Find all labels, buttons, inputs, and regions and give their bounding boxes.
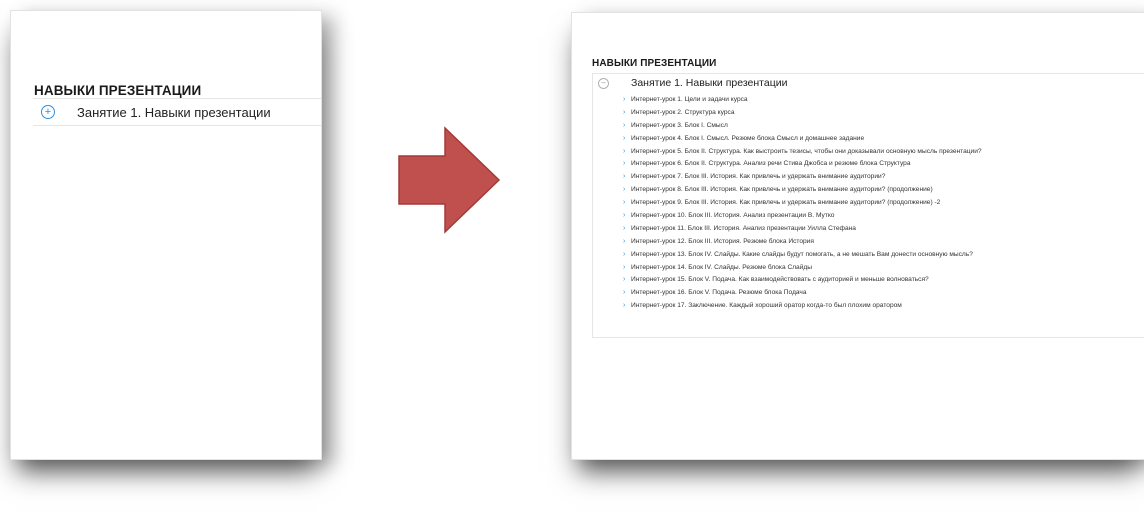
lesson-item[interactable]: › Интернет-урок 16. Блок V. Подача. Резюм… bbox=[623, 287, 982, 300]
chevron-right-icon: › bbox=[623, 108, 626, 116]
section-title: НАВЫКИ ПРЕЗЕНТАЦИИ bbox=[34, 83, 202, 98]
lesson-item[interactable]: › Интернет-урок 4. Блок I. Смысл. Резюме … bbox=[623, 133, 982, 146]
lesson-item[interactable]: › Интернет-урок 8. Блок III. История. Как… bbox=[623, 184, 982, 197]
lesson-row-collapsed[interactable]: + Занятие 1. Навыки презентации bbox=[33, 98, 321, 126]
plus-circle-icon[interactable]: + bbox=[41, 105, 55, 119]
lesson-item[interactable]: › Интернет-урок 1. Цели и задачи курса bbox=[623, 94, 982, 107]
chevron-right-icon: › bbox=[623, 186, 626, 194]
chevron-right-icon: › bbox=[623, 224, 626, 232]
right-arrow-icon bbox=[398, 126, 501, 234]
expanded-course-screenshot: НАВЫКИ ПРЕЗЕНТАЦИИ – Занятие 1. Навыки п… bbox=[571, 12, 1144, 460]
chevron-right-icon: › bbox=[623, 289, 626, 297]
chevron-right-icon: › bbox=[623, 212, 626, 220]
chevron-right-icon: › bbox=[623, 302, 626, 310]
lesson-item[interactable]: › Интернет-урок 13. Блок IV. Слайды. Каки… bbox=[623, 249, 982, 262]
chevron-right-icon: › bbox=[623, 237, 626, 245]
chevron-right-icon: › bbox=[623, 96, 626, 103]
chevron-right-icon: › bbox=[623, 121, 626, 129]
chevron-right-icon: › bbox=[623, 173, 626, 181]
lesson-title[interactable]: Занятие 1. Навыки презентации bbox=[77, 105, 271, 120]
chevron-right-icon: › bbox=[623, 276, 626, 284]
chevron-right-icon: › bbox=[623, 199, 626, 207]
chevron-right-icon: › bbox=[623, 250, 626, 258]
chevron-right-icon: › bbox=[623, 263, 626, 271]
lesson-item[interactable]: › Интернет-урок 11. Блок III. История. Ан… bbox=[623, 223, 982, 236]
lesson-item[interactable]: › Интернет-урок 17. Заключение. Каждый хо… bbox=[623, 300, 982, 313]
lesson-panel: – Занятие 1. Навыки презентации › Интерне… bbox=[592, 73, 1144, 338]
lesson-item[interactable]: › Интернет-урок 3. Блок I. Смысл bbox=[623, 120, 982, 133]
lesson-items-list: › Интернет-урок 1. Цели и задачи курса › И… bbox=[623, 94, 982, 313]
lesson-item[interactable]: › Интернет-урок 10. Блок III. История. Ан… bbox=[623, 210, 982, 223]
lesson-item[interactable]: › Интернет-урок 15. Блок V. Подача. Как в… bbox=[623, 274, 982, 287]
collapsed-course-screenshot: НАВЫКИ ПРЕЗЕНТАЦИИ + Занятие 1. Навыки п… bbox=[10, 10, 322, 460]
section-title: НАВЫКИ ПРЕЗЕНТАЦИИ bbox=[592, 58, 717, 69]
lesson-item[interactable]: › Интернет-урок 5. Блок II. Структура. Ка… bbox=[623, 146, 982, 159]
minus-circle-icon[interactable]: – bbox=[598, 77, 609, 89]
lesson-item[interactable]: › Интернет-урок 2. Структура курса bbox=[623, 107, 982, 120]
lesson-item[interactable]: › Интернет-урок 7. Блок III. История. Как… bbox=[623, 171, 982, 184]
lesson-title[interactable]: Занятие 1. Навыки презентации bbox=[631, 77, 787, 89]
lesson-item[interactable]: › Интернет-урок 14. Блок IV. Слайды. Резю… bbox=[623, 262, 982, 275]
lesson-row-expanded[interactable]: – Занятие 1. Навыки презентации bbox=[593, 77, 787, 89]
chevron-right-icon: › bbox=[623, 160, 626, 168]
lesson-item[interactable]: › Интернет-урок 9. Блок III. История. Как… bbox=[623, 197, 982, 210]
lesson-item[interactable]: › Интернет-урок 12. Блок III. История. Ре… bbox=[623, 236, 982, 249]
lesson-item[interactable]: › Интернет-урок 6. Блок II. Структура. Ан… bbox=[623, 158, 982, 171]
chevron-right-icon: › bbox=[623, 134, 626, 142]
chevron-right-icon: › bbox=[623, 147, 626, 155]
